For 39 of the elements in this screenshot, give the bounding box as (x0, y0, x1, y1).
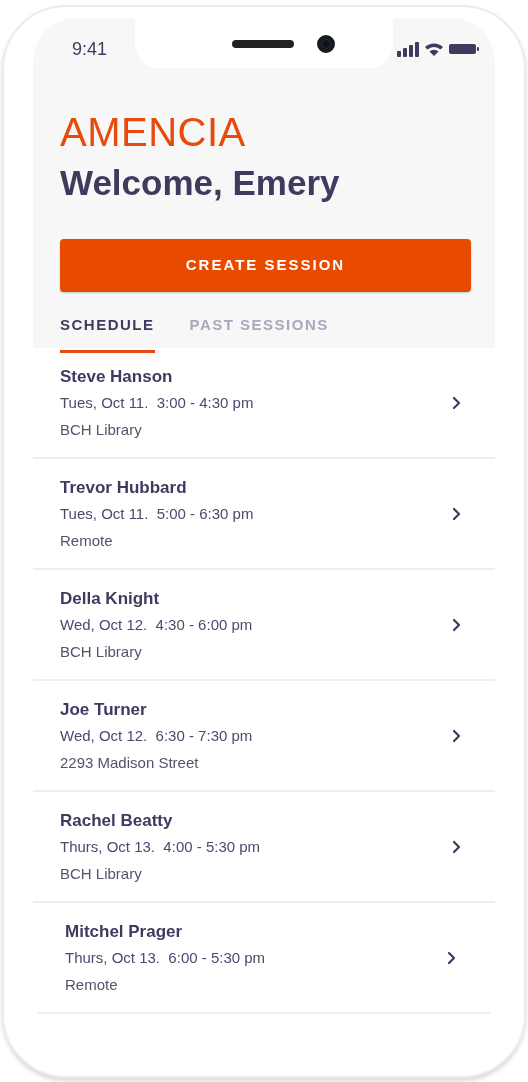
session-time: Wed, Oct 12. 4:30 - 6:00 pm (60, 614, 253, 635)
session-name: Rachel Beatty (60, 809, 174, 832)
session-name: Mitchel Prager (65, 920, 184, 943)
session-location: BCH Library (60, 641, 143, 662)
session-time: Wed, Oct 12. 6:30 - 7:30 pm (60, 725, 253, 746)
welcome-heading: Welcome, Emery (60, 162, 341, 204)
chevron-right-icon (452, 395, 461, 410)
session-row[interactable]: Joe Turner Wed, Oct 12. 6:30 - 7:30 pm 2293 Madison Street (33, 681, 495, 792)
signal-icon (397, 41, 419, 57)
chevron-right-icon (452, 506, 461, 521)
battery-icon (449, 44, 479, 54)
session-row[interactable]: Mitchel Prager Thurs, Oct 13. 6:00 - 5:30 pm Remote (38, 903, 490, 1014)
session-time: Tues, Oct 11. 3:00 - 4:30 pm (60, 392, 254, 413)
session-name: Steve Hanson (60, 365, 174, 388)
session-location: BCH Library (60, 419, 143, 440)
create-session-button[interactable]: CREATE SESSION (60, 239, 471, 292)
chevron-right-icon (447, 950, 456, 965)
session-row[interactable]: Della Knight Wed, Oct 12. 4:30 - 6:00 pm BCH Library (33, 570, 495, 681)
session-name: Della Knight (60, 587, 161, 610)
session-name: Trevor Hubbard (60, 476, 188, 499)
session-time: Thurs, Oct 13. 6:00 - 5:30 pm (65, 947, 266, 968)
wifi-icon (424, 41, 444, 57)
session-time: Thurs, Oct 13. 4:00 - 5:30 pm (60, 836, 261, 857)
session-location: BCH Library (60, 863, 143, 884)
status-time: 9:41 (72, 37, 108, 61)
session-row[interactable]: Trevor Hubbard Tues, Oct 11. 5:00 - 6:30 pm Remote (33, 459, 495, 570)
chevron-right-icon (452, 617, 461, 632)
speaker-icon (232, 40, 294, 48)
chevron-right-icon (452, 728, 461, 743)
session-time: Tues, Oct 11. 5:00 - 6:30 pm (60, 503, 254, 524)
session-location: Remote (65, 974, 119, 995)
session-location: Remote (60, 530, 114, 551)
session-row[interactable]: Steve Hanson Tues, Oct 11. 3:00 - 4:30 pm BCH Library (33, 348, 495, 459)
chevron-right-icon (452, 839, 461, 854)
tab[interactable]: SCHEDULE (60, 310, 155, 353)
session-name: Joe Turner (60, 698, 148, 721)
session-location: 2293 Madison Street (60, 752, 200, 773)
session-row[interactable]: Rachel Beatty Thurs, Oct 13. 4:00 - 5:30 pm BCH Library (33, 792, 495, 903)
brand-logo: AMENCIA (60, 112, 247, 152)
